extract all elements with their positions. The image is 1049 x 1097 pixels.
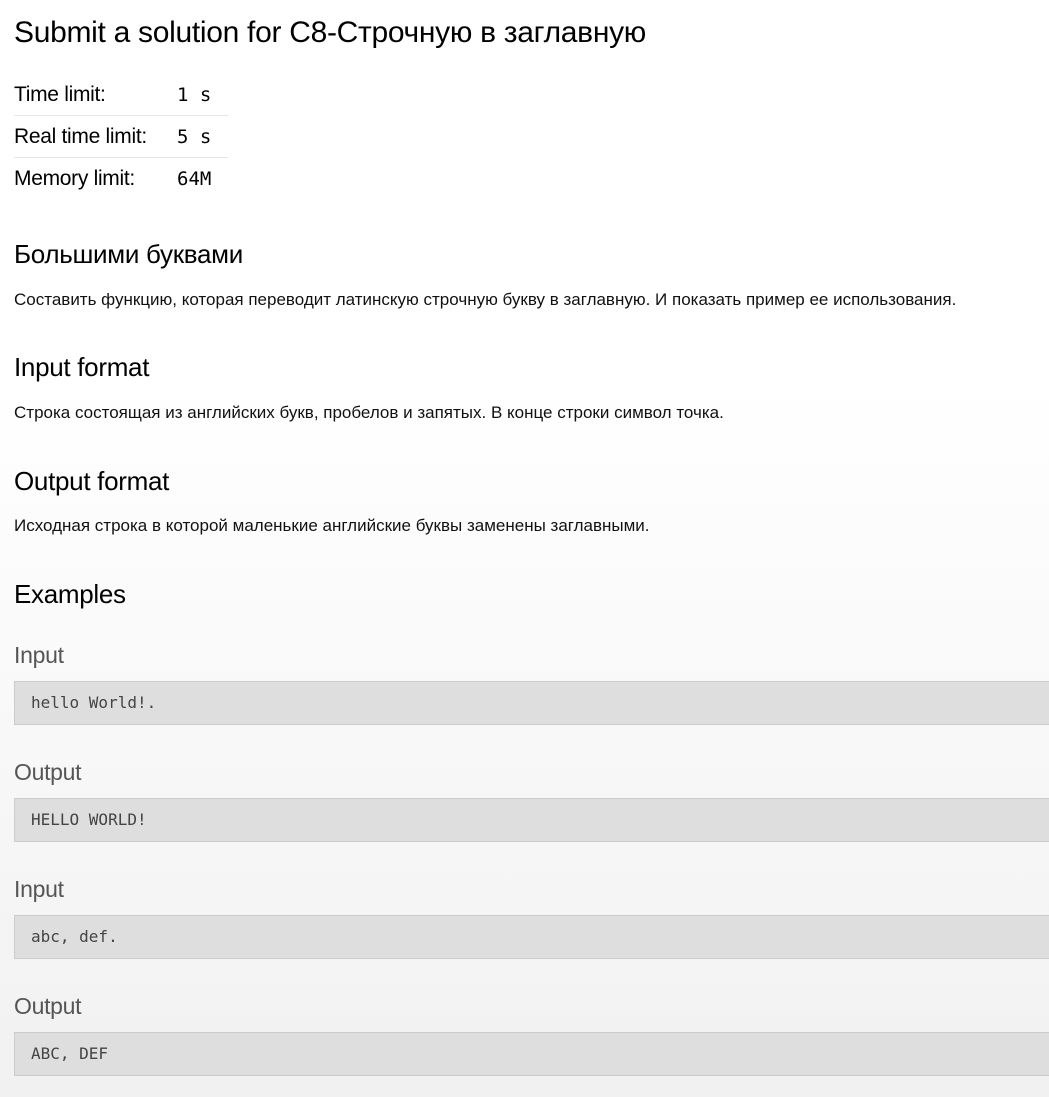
page-title: Submit a solution for C8-Строчную в загл… — [14, 16, 646, 49]
example-2-output-label: Output — [14, 993, 82, 1019]
examples-heading: Examples — [14, 579, 126, 609]
limit-row-time: Time limit: 1 s — [14, 74, 228, 116]
memory-limit-label: Memory limit: — [14, 166, 135, 190]
statement-text: Составить функцию, которая переводит лат… — [14, 290, 957, 309]
real-time-limit-label: Real time limit: — [14, 115, 177, 158]
time-limit-value: 1 s — [177, 74, 228, 116]
input-format-text: Строка состоящая из английских букв, про… — [14, 403, 724, 422]
limits-table: Time limit: 1 s Real time limit: 5 s Mem… — [14, 74, 228, 199]
limit-row-memory: Memory limit: 64M — [14, 158, 228, 200]
memory-limit-value: 64M — [177, 167, 212, 190]
example-1-input-label: Input — [14, 642, 64, 668]
output-format-text: Исходная строка в которой маленькие англ… — [14, 516, 650, 535]
real-time-limit-value: 5 s — [177, 115, 228, 158]
output-format-heading: Output format — [14, 466, 170, 496]
example-1-input-box[interactable]: hello World!. — [14, 681, 1049, 725]
example-1-output-box[interactable]: HELLO WORLD! — [14, 798, 1049, 842]
example-2-output-box[interactable]: ABC, DEF — [14, 1032, 1049, 1076]
time-limit-label: Time limit: — [14, 74, 177, 116]
example-2-input-label: Input — [14, 876, 64, 902]
input-format-heading: Input format — [14, 352, 150, 382]
limit-row-real-time: Real time limit: 5 s — [14, 115, 228, 158]
statement-heading: Большими буквами — [14, 239, 243, 269]
example-1-output-label: Output — [14, 759, 82, 785]
example-2-input-box[interactable]: abc, def. — [14, 915, 1049, 959]
problem-page: Submit a solution for C8-Строчную в загл… — [0, 0, 1049, 1076]
